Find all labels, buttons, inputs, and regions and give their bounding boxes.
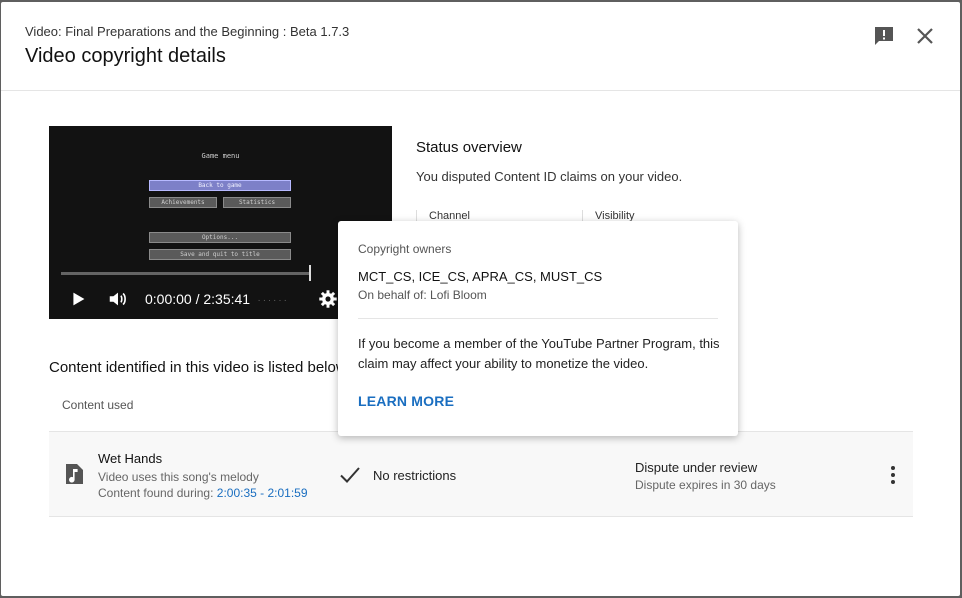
feedback-icon[interactable] — [872, 24, 896, 48]
time-display: 0:00:00 / 2:35:41 — [145, 291, 251, 307]
copyright-owners-popup: Copyright owners MCT_CS, ICE_CS, APRA_CS… — [338, 221, 738, 436]
video-title: Video: Final Preparations and the Beginn… — [25, 24, 350, 39]
play-icon[interactable] — [67, 288, 89, 310]
learn-more-link[interactable]: LEARN MORE — [358, 393, 454, 409]
status-overview-text: You disputed Content ID claims on your v… — [416, 169, 683, 184]
scrub-marker[interactable] — [309, 265, 311, 281]
content-found-label: Content found during: — [98, 486, 217, 500]
dispute-expiry: Dispute expires in 30 days — [635, 478, 776, 492]
popup-label: Copyright owners — [358, 242, 452, 256]
content-found: Content found during: 2:00:35 - 2:01:59 — [98, 486, 308, 500]
game-statistics-button: Statistics — [223, 197, 291, 208]
music-note-icon — [66, 464, 83, 484]
status-overview-title: Status overview — [416, 139, 522, 156]
timestamp-link[interactable]: 2:00:35 - 2:01:59 — [217, 486, 308, 500]
game-back-button: Back to game — [149, 180, 291, 191]
song-usage: Video uses this song's melody — [98, 470, 259, 484]
more-vert-icon[interactable] — [881, 463, 905, 487]
popup-message: If you become a member of the YouTube Pa… — [358, 336, 720, 371]
game-achievements-button: Achievements — [149, 197, 217, 208]
content-heading: Content identified in this video is list… — [49, 359, 347, 376]
dialog-title: Video copyright details — [25, 45, 226, 67]
dialog-header: Video: Final Preparations and the Beginn… — [1, 2, 960, 91]
popup-divider — [358, 318, 718, 319]
check-icon — [340, 467, 360, 483]
progress-bar[interactable] — [61, 272, 311, 275]
song-title: Wet Hands — [98, 451, 163, 466]
game-menu-title: Game menu — [201, 152, 240, 160]
copyright-owners-list: MCT_CS, ICE_CS, APRA_CS, MUST_CS — [358, 269, 603, 284]
game-save-quit-button: Save and quit to title — [149, 249, 291, 260]
restriction-status: No restrictions — [373, 468, 457, 483]
settings-icon[interactable] — [317, 288, 339, 310]
on-behalf-of: On behalf of: Lofi Bloom — [358, 288, 487, 302]
dispute-status: Dispute under review — [635, 460, 758, 475]
table-row: Wet Hands Video uses this song's melody … — [49, 432, 913, 517]
close-icon[interactable] — [913, 24, 937, 48]
game-options-button: Options... — [149, 232, 291, 243]
copyright-dialog: Video: Final Preparations and the Beginn… — [1, 2, 960, 596]
volume-icon[interactable] — [107, 288, 129, 310]
col-content-used: Content used — [62, 398, 134, 412]
video-overlay-text: ...... — [257, 295, 289, 303]
